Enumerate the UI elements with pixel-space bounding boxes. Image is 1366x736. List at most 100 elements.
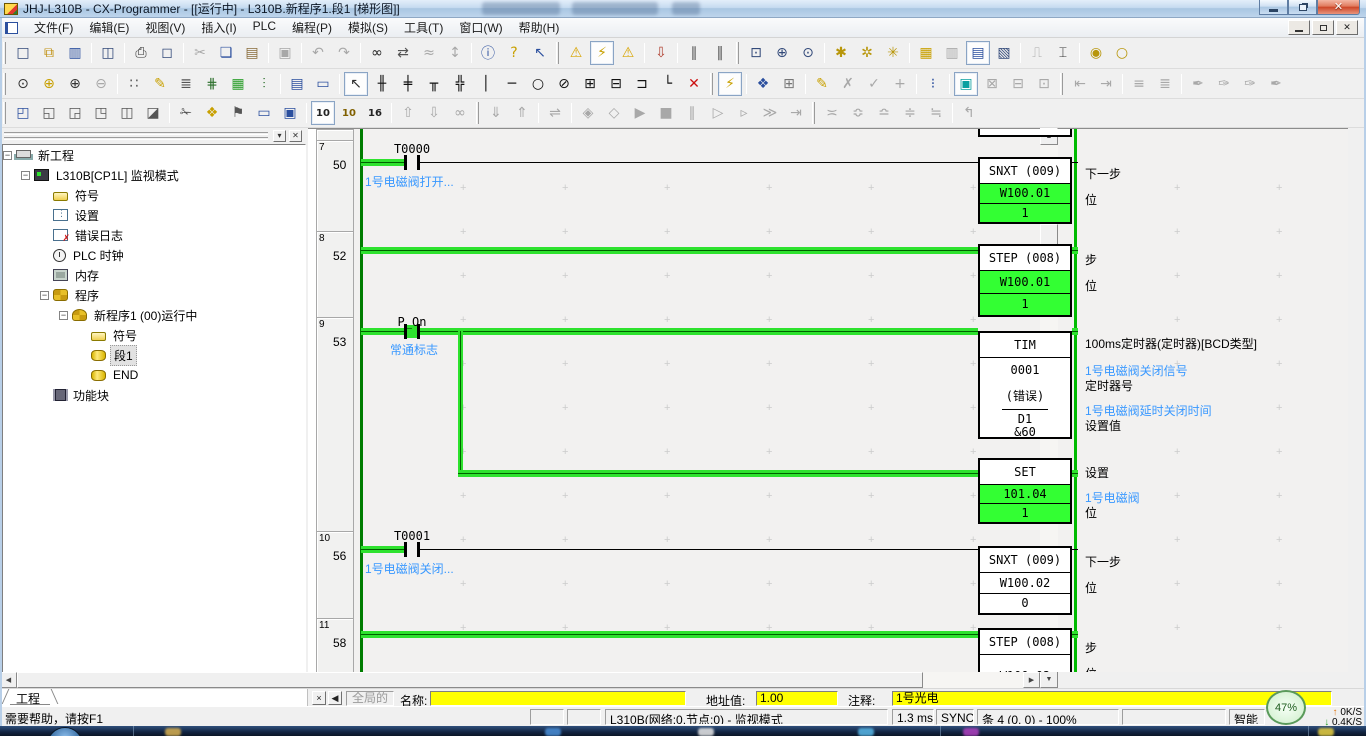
- rung-margin-10[interactable]: 10 56: [316, 531, 354, 618]
- rung-comment-button[interactable]: ✎: [148, 72, 172, 96]
- restore-button[interactable]: [1288, 0, 1317, 15]
- outdent-button[interactable]: ⇤: [1068, 72, 1092, 96]
- print-button[interactable]: ⎙: [129, 41, 153, 65]
- set-protect-button[interactable]: ◉: [1084, 41, 1108, 65]
- scroll-left-button[interactable]: ◀: [0, 672, 17, 688]
- contact-no[interactable]: [404, 155, 407, 170]
- toolbar-handle[interactable]: [812, 102, 815, 124]
- instruction-block-step[interactable]: STEP (008) W100.01 1: [978, 244, 1072, 317]
- window-build-button[interactable]: ◱: [37, 101, 61, 125]
- instruction-block-button[interactable]: ⊞: [578, 72, 602, 96]
- zoom-region-button[interactable]: ⊕: [37, 72, 61, 96]
- mdi-close-button[interactable]: ✕: [1336, 20, 1358, 35]
- upload-button[interactable]: ⇑: [510, 101, 534, 125]
- contact-nc-button[interactable]: ╪: [396, 72, 420, 96]
- tree-item-plc[interactable]: −L310B[CP1L] 监视模式: [3, 165, 305, 185]
- function-block-list-button[interactable]: ⁝: [921, 72, 945, 96]
- tab-project[interactable]: 工程: [10, 689, 50, 705]
- toolbar-handle[interactable]: [3, 102, 6, 124]
- dialog-monitor-button[interactable]: ▭: [252, 101, 276, 125]
- horizontal-scroll-thumb[interactable]: [17, 672, 923, 688]
- watch-window-button[interactable]: ▦: [914, 41, 938, 65]
- replace-button[interactable]: ⇄: [391, 41, 415, 65]
- instruction-block-tim[interactable]: TIM 0001 (错误) D1 &60: [978, 331, 1072, 439]
- contact-no[interactable]: [404, 542, 407, 557]
- continuous-step-button[interactable]: ⇥: [784, 101, 808, 125]
- symbol-table-button[interactable]: ▤: [966, 41, 990, 65]
- copy-button[interactable]: ❏: [214, 41, 238, 65]
- zoom-out-button[interactable]: ⊖: [89, 72, 113, 96]
- monitor-pause-button[interactable]: ⊠: [980, 72, 1004, 96]
- coil-nc-button[interactable]: ⊘: [552, 72, 576, 96]
- window-transfer-button[interactable]: ◳: [89, 101, 113, 125]
- address-reference-button[interactable]: ✁: [174, 101, 198, 125]
- online-edit-go-button[interactable]: +: [888, 72, 912, 96]
- grid-toggle-button[interactable]: ∷: [122, 72, 146, 96]
- pen-blue-button[interactable]: ✒: [1264, 72, 1288, 96]
- show-comments-button[interactable]: ≣: [174, 72, 198, 96]
- close-button[interactable]: ✕: [1317, 0, 1360, 15]
- tree-item-section-1[interactable]: 段1: [3, 345, 305, 365]
- instruction-block-snxt[interactable]: SNXT (009) W100.01 1: [978, 157, 1072, 224]
- menu-item-1[interactable]: 编辑(E): [81, 17, 137, 38]
- indent-button[interactable]: ⇥: [1094, 72, 1118, 96]
- taskbar-item[interactable]: [1318, 728, 1334, 736]
- taskbar-item[interactable]: [545, 728, 561, 736]
- zoom-fit-button[interactable]: ⊙: [11, 72, 35, 96]
- step-button[interactable]: ▷: [706, 101, 730, 125]
- move-down-button[interactable]: ⇩: [422, 101, 446, 125]
- mnemonic-view-button[interactable]: ▤: [285, 72, 309, 96]
- pen-red-button[interactable]: ✒: [1186, 72, 1210, 96]
- dialog-binary-button[interactable]: ▣: [278, 101, 302, 125]
- program-send-button[interactable]: ✲: [855, 41, 879, 65]
- window-layout-button[interactable]: ◰: [11, 101, 35, 125]
- symbol-insert-button[interactable]: ❖: [200, 101, 224, 125]
- compile-warning-button[interactable]: ⚠: [564, 41, 588, 65]
- rung-margin-11[interactable]: 11 58: [316, 618, 354, 672]
- dock-menu-button[interactable]: ▾: [273, 130, 286, 142]
- instruction-block-set[interactable]: SET 101.04 1: [978, 458, 1072, 524]
- menu-item-3[interactable]: 插入(I): [193, 17, 244, 38]
- menu-item-5[interactable]: 编程(P): [284, 17, 340, 38]
- or-contact-no-button[interactable]: ╥: [422, 72, 446, 96]
- monitor-clear-button[interactable]: ⊟: [1006, 72, 1030, 96]
- mdi-minimize-button[interactable]: [1288, 20, 1310, 35]
- program-verify-button[interactable]: ✳: [881, 41, 905, 65]
- or-contact-nc-button[interactable]: ╬: [448, 72, 472, 96]
- toolbar-handle[interactable]: [3, 73, 6, 95]
- dock-close-button[interactable]: ✕: [289, 130, 302, 142]
- pause-button[interactable]: ‖: [708, 41, 732, 65]
- online-edit-cancel-button[interactable]: ✗: [836, 72, 860, 96]
- tree-item-section-end[interactable]: END: [3, 365, 305, 385]
- pen-green-button[interactable]: ✑: [1238, 72, 1262, 96]
- step-in-button[interactable]: ▹: [732, 101, 756, 125]
- change-all-button[interactable]: ≈: [417, 41, 441, 65]
- tree-item-function-blocks[interactable]: 功能块: [3, 385, 305, 405]
- tree-item-settings[interactable]: 设置: [3, 205, 305, 225]
- compile-all-button[interactable]: ⊞: [777, 72, 801, 96]
- radix-decimal-watch-button[interactable]: 10: [337, 101, 361, 125]
- monitor-window-button[interactable]: ▣: [954, 72, 978, 96]
- section-view-button[interactable]: ⊡: [744, 41, 768, 65]
- expansion-block-button[interactable]: ⊐: [630, 72, 654, 96]
- tree-item-new-project[interactable]: −新工程: [3, 145, 305, 165]
- tree-item-program-1[interactable]: −新程序1 (00)运行中: [3, 305, 305, 325]
- pen-orange-button[interactable]: ✑: [1212, 72, 1236, 96]
- run-button[interactable]: ▶: [628, 101, 652, 125]
- online-edit-button[interactable]: ✎: [810, 72, 834, 96]
- symbol-bar-prev-button[interactable]: ◀: [328, 691, 342, 705]
- address-field[interactable]: 1.00: [756, 691, 838, 706]
- pause-flag-button[interactable]: ∥: [682, 41, 706, 65]
- menu-item-0[interactable]: 文件(F): [26, 17, 81, 38]
- select-tool-button[interactable]: ↖: [344, 72, 368, 96]
- rung-flag-button[interactable]: ⚑: [226, 101, 250, 125]
- taskbar-item[interactable]: [698, 728, 714, 736]
- online-edit-send-button[interactable]: ✓: [862, 72, 886, 96]
- connect-line-button[interactable]: └: [656, 72, 680, 96]
- horizontal-line-button[interactable]: ─: [500, 72, 524, 96]
- section-browse-button[interactable]: ⊙: [796, 41, 820, 65]
- menu-item-6[interactable]: 模拟(S): [340, 17, 396, 38]
- find-button[interactable]: ∞: [365, 41, 389, 65]
- io-graph-button[interactable]: ⎍: [1025, 41, 1049, 65]
- delete-tool-button[interactable]: ✕: [682, 72, 706, 96]
